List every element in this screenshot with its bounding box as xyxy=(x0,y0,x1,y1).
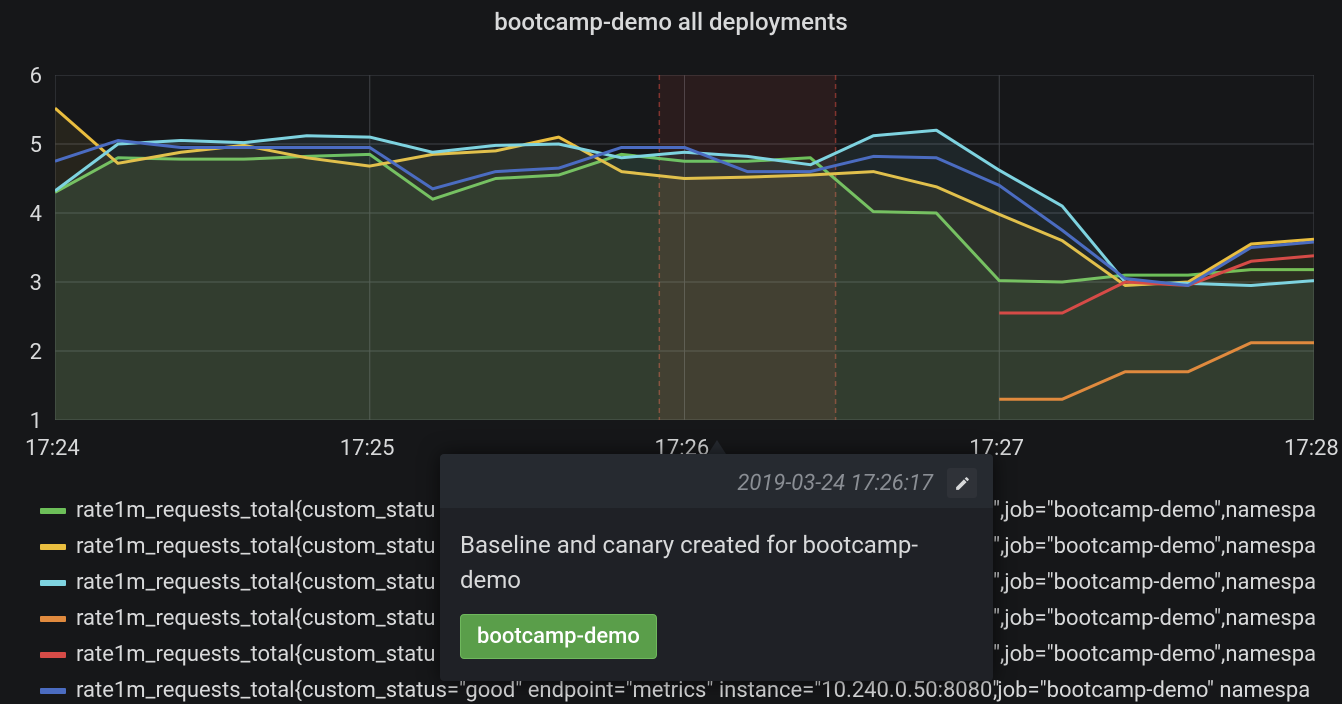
annotation-tooltip: 2019-03-24 17:26:17 Baseline and canary … xyxy=(440,454,993,681)
legend-label-right: ",job="bootcamp-demo",namespa xyxy=(993,493,1316,529)
legend-label-right: ",job="bootcamp-demo",namespa xyxy=(993,601,1316,637)
annotation-timestamp: 2019-03-24 17:26:17 xyxy=(737,471,933,496)
panel-title: bootcamp-demo all deployments xyxy=(0,0,1342,36)
legend-swatch xyxy=(40,508,66,514)
pencil-icon xyxy=(954,475,971,492)
legend-label-right: ",job="bootcamp-demo",namespa xyxy=(993,529,1316,565)
svg-text:4: 4 xyxy=(30,202,42,227)
legend-label: rate1m_requests_total{custom_statu xyxy=(76,601,436,637)
legend-label-right: ",job="bootcamp-demo",namespa xyxy=(993,565,1316,601)
tooltip-caret xyxy=(708,440,726,454)
legend-swatch xyxy=(40,580,66,586)
legend-swatch xyxy=(40,652,66,658)
legend-swatch xyxy=(40,688,66,694)
svg-text:3: 3 xyxy=(30,271,42,296)
chart-svg[interactable] xyxy=(55,75,1314,420)
svg-text:6: 6 xyxy=(30,64,42,89)
legend-right-fragments: ",job="bootcamp-demo",namespa",job="boot… xyxy=(993,493,1316,704)
edit-annotation-button[interactable] xyxy=(947,468,977,498)
legend-swatch xyxy=(40,616,66,622)
legend-label-right: ",job="bootcamp-demo",namespa xyxy=(993,637,1316,673)
legend-label: rate1m_requests_total{custom_statu xyxy=(76,493,436,529)
legend-label: rate1m_requests_total{custom_statu xyxy=(76,529,436,565)
panel: { "title": "bootcamp-demo all deployment… xyxy=(0,0,1342,704)
legend-swatch xyxy=(40,544,66,550)
legend-label: rate1m_requests_total{custom_statu xyxy=(76,565,436,601)
annotation-tag[interactable]: bootcamp-demo xyxy=(460,614,657,660)
svg-text:17:25: 17:25 xyxy=(340,436,395,461)
svg-text:17:24: 17:24 xyxy=(25,436,80,461)
legend-label-right: ,job="bootcamp-demo" namespa xyxy=(993,673,1316,704)
annotation-text: Baseline and canary created for bootcamp… xyxy=(460,528,973,598)
svg-text:2: 2 xyxy=(30,340,42,365)
svg-text:5: 5 xyxy=(30,133,42,158)
svg-text:1: 1 xyxy=(30,409,42,434)
svg-text:17:28: 17:28 xyxy=(1284,436,1339,461)
legend-label: rate1m_requests_total{custom_statu xyxy=(76,637,436,673)
y-axis: 123456 xyxy=(0,75,55,420)
